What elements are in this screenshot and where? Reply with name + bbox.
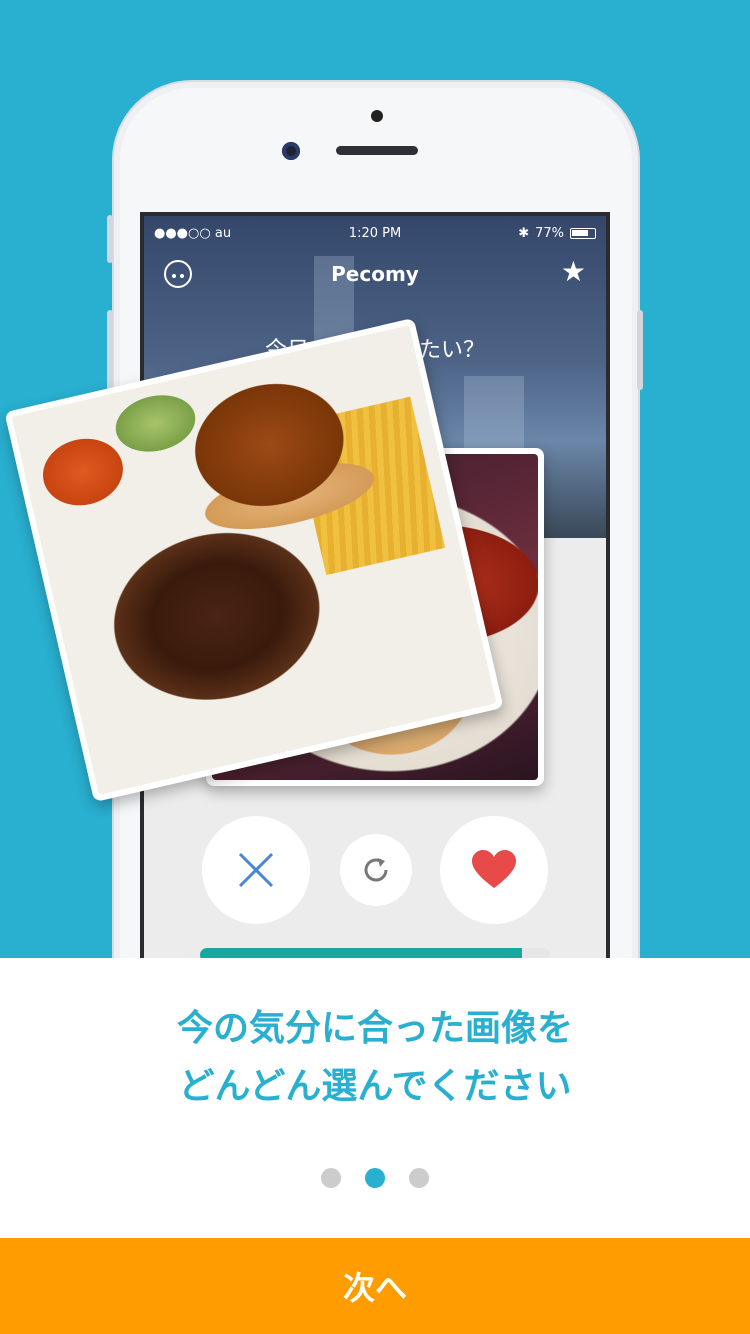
app-title: Pecomy: [331, 262, 419, 286]
status-right: ✱ 77%: [518, 226, 596, 241]
progress-bar: [200, 948, 550, 958]
caption-line-2: どんどん選んでください: [178, 1066, 572, 1107]
refresh-icon: [364, 858, 388, 882]
page-indicator: [0, 1168, 750, 1188]
battery-percent: 77%: [535, 226, 564, 241]
like-button[interactable]: [440, 816, 548, 924]
dislike-button[interactable]: [202, 816, 310, 924]
refresh-button[interactable]: [340, 834, 412, 906]
phone-side-button: [107, 215, 113, 263]
phone-side-button: [637, 310, 643, 390]
phone-camera: [282, 142, 300, 160]
status-bar: ●●●○○ au 1:20 PM ✱ 77%: [144, 222, 606, 246]
cross-icon: [238, 852, 274, 888]
app-navbar: Pecomy ★: [144, 252, 606, 296]
battery-icon: [570, 228, 596, 239]
progress-fill: [200, 948, 522, 958]
star-icon[interactable]: ★: [561, 258, 586, 286]
page-dot[interactable]: [365, 1168, 385, 1188]
food-photo-burger: [11, 325, 497, 795]
onboarding-caption: 今の気分に合った画像を どんどん選んでください: [0, 1000, 750, 1116]
phone-speaker: [336, 146, 418, 155]
hero-area: ●●●○○ au 1:20 PM ✱ 77% Pecomy ★ 今日、何が食べた…: [0, 0, 750, 958]
next-button[interactable]: 次へ: [0, 1238, 750, 1334]
phone-side-button: [107, 310, 113, 390]
caption-line-1: 今の気分に合った画像を: [176, 1008, 573, 1049]
onboarding-sheet: 今の気分に合った画像を どんどん選んでください: [0, 958, 750, 1238]
heart-icon: [472, 850, 516, 888]
page-dot[interactable]: [321, 1168, 341, 1188]
page-dot[interactable]: [409, 1168, 429, 1188]
phone-sensor: [371, 110, 383, 122]
bluetooth-icon: ✱: [518, 226, 530, 241]
